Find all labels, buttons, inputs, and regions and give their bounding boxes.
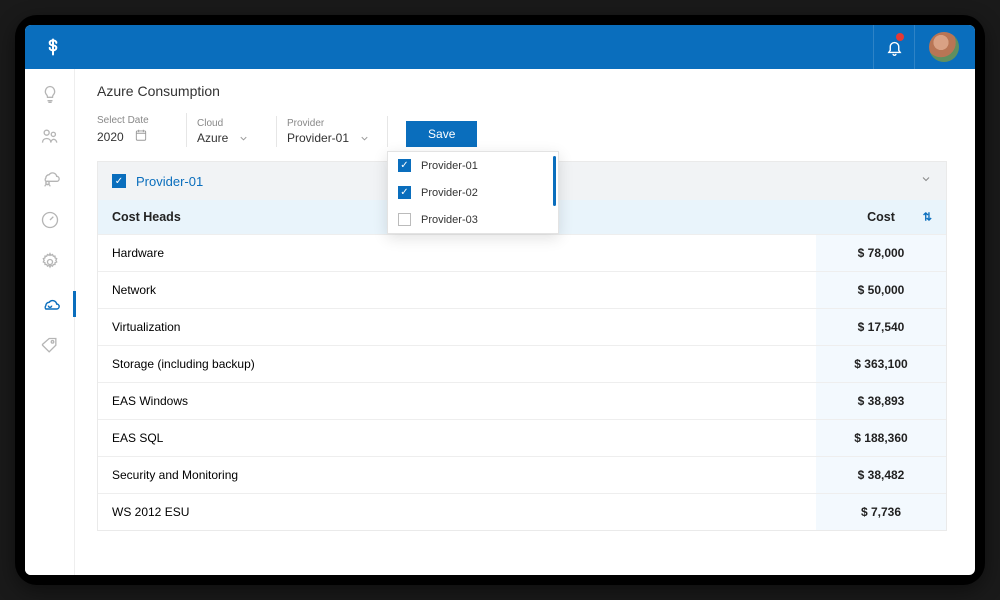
provider-option-label: Provider-01 — [421, 160, 478, 172]
filter-cloud-value: Azure — [197, 131, 228, 145]
calendar-icon — [134, 128, 148, 145]
filter-date[interactable]: Select Date 2020 — [97, 113, 187, 147]
table-row: Security and Monitoring$ 38,482 — [98, 457, 946, 494]
sort-icon[interactable]: ⇅ — [923, 211, 932, 224]
save-button[interactable]: Save — [406, 121, 477, 147]
app-logo-icon — [41, 35, 65, 59]
user-avatar[interactable] — [929, 32, 959, 62]
cost-value-cell: $ 188,360 — [816, 420, 946, 457]
chevron-down-icon — [359, 133, 369, 143]
provider-option[interactable]: ✓ Provider-01 — [388, 152, 558, 179]
table-row: WS 2012 ESU$ 7,736 — [98, 494, 946, 531]
filter-date-label: Select Date — [97, 115, 168, 126]
cost-head-cell: Storage (including backup) — [98, 346, 816, 383]
filter-cloud-label: Cloud — [197, 118, 258, 129]
sidebar-item-people-icon[interactable] — [39, 125, 61, 147]
top-bar — [25, 25, 975, 69]
filter-date-value: 2020 — [97, 130, 124, 144]
cost-value-cell: $ 50,000 — [816, 272, 946, 309]
page-title: Azure Consumption — [97, 83, 947, 99]
cost-head-cell: Virtualization — [98, 309, 816, 346]
cost-value-cell: $ 17,540 — [816, 309, 946, 346]
notifications-button[interactable] — [873, 25, 915, 69]
panel-title: Provider-01 — [136, 174, 203, 189]
sidebar — [25, 69, 75, 575]
sidebar-item-gauge-icon[interactable] — [39, 209, 61, 231]
main-content: Azure Consumption Select Date 2020 Cloud… — [75, 69, 975, 575]
column-cost[interactable]: Cost ⇅ — [816, 200, 946, 235]
sidebar-item-tag-icon[interactable] — [39, 335, 61, 357]
checkbox-icon[interactable] — [398, 213, 411, 226]
filter-bar: Select Date 2020 Cloud Azure Provider — [97, 113, 947, 147]
cost-value-cell: $ 38,893 — [816, 383, 946, 420]
table-row: Hardware$ 78,000 — [98, 235, 946, 272]
filter-provider[interactable]: Provider Provider-01 — [277, 116, 388, 147]
cost-head-cell: Network — [98, 272, 816, 309]
table-row: Virtualization$ 17,540 — [98, 309, 946, 346]
chevron-down-icon — [920, 172, 932, 190]
cost-head-cell: Security and Monitoring — [98, 457, 816, 494]
provider-option[interactable]: ✓ Provider-02 — [388, 179, 558, 206]
table-row: Network$ 50,000 — [98, 272, 946, 309]
filter-cloud[interactable]: Cloud Azure — [187, 116, 277, 147]
cost-value-cell: $ 38,482 — [816, 457, 946, 494]
table-row: Storage (including backup)$ 363,100 — [98, 346, 946, 383]
table-row: EAS Windows$ 38,893 — [98, 383, 946, 420]
chevron-down-icon — [238, 133, 248, 143]
sidebar-item-cloud-sync-icon[interactable] — [39, 293, 61, 315]
cost-head-cell: WS 2012 ESU — [98, 494, 816, 531]
provider-option-label: Provider-03 — [421, 214, 478, 226]
cost-value-cell: $ 7,736 — [816, 494, 946, 531]
checkbox-icon[interactable]: ✓ — [398, 159, 411, 172]
cost-table: Cost Heads Cost ⇅ Hardware$ 78,000Networ… — [98, 200, 946, 530]
notification-badge — [896, 33, 904, 41]
sidebar-item-gear-icon[interactable] — [39, 251, 61, 273]
cost-head-cell: Hardware — [98, 235, 816, 272]
cost-value-cell: $ 78,000 — [816, 235, 946, 272]
cost-value-cell: $ 363,100 — [816, 346, 946, 383]
provider-option-label: Provider-02 — [421, 187, 478, 199]
sidebar-item-idea-icon[interactable] — [39, 83, 61, 105]
provider-option[interactable]: Provider-03 — [388, 206, 558, 233]
provider-dropdown: ✓ Provider-01 ✓ Provider-02 Provider-03 — [387, 151, 559, 234]
cost-head-cell: EAS Windows — [98, 383, 816, 420]
checkbox-icon[interactable]: ✓ — [398, 186, 411, 199]
dropdown-scrollbar[interactable] — [553, 156, 556, 206]
panel-checkbox-icon[interactable]: ✓ — [112, 174, 126, 188]
filter-provider-label: Provider — [287, 118, 369, 129]
sidebar-item-cloud-user-icon[interactable] — [39, 167, 61, 189]
cost-head-cell: EAS SQL — [98, 420, 816, 457]
filter-provider-value: Provider-01 — [287, 131, 349, 145]
table-row: EAS SQL$ 188,360 — [98, 420, 946, 457]
